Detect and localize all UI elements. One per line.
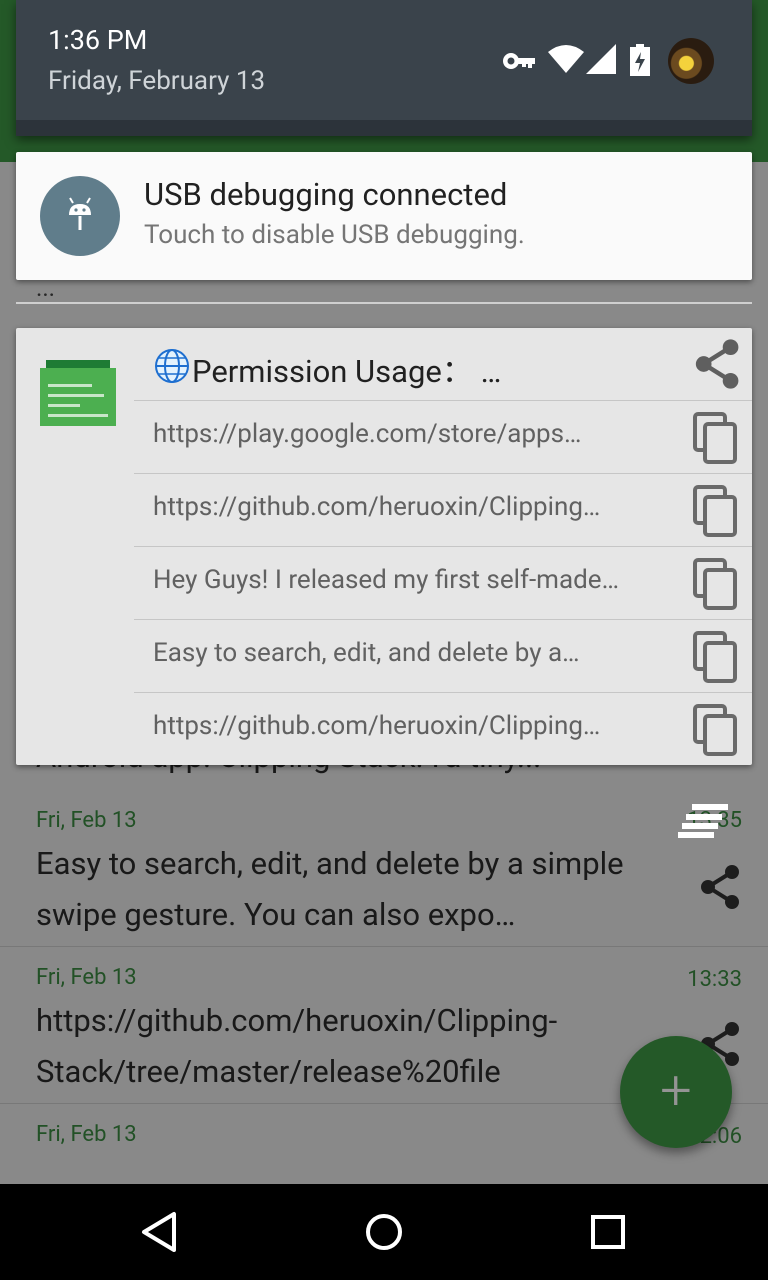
divider (16, 302, 752, 304)
recents-icon[interactable] (582, 1206, 634, 1258)
clip-item[interactable]: https://github.com/heruoxin/Clipping… (134, 473, 752, 546)
quick-settings-header[interactable]: 1:36 PM Friday, February 13 (16, 0, 752, 136)
clipping-stack-app-icon (40, 360, 116, 426)
clip-item[interactable]: Hey Guys! I released my first self-made… (134, 546, 752, 619)
copy-icon[interactable] (692, 411, 738, 465)
status-date: Friday, February 13 (48, 66, 266, 96)
copy-icon[interactable] (692, 630, 738, 684)
copy-icon[interactable] (692, 557, 738, 611)
clip-item-text: https://github.com/heruoxin/Clipping… (153, 492, 601, 522)
drag-handle-icon[interactable] (678, 804, 728, 838)
signal-icon (586, 44, 616, 74)
copy-icon[interactable] (692, 484, 738, 538)
battery-charging-icon (630, 44, 650, 76)
clip-item[interactable]: https://play.google.com/store/apps… (134, 400, 752, 473)
android-debug-icon (40, 176, 120, 256)
clip-item-text: Hey Guys! I released my first self-made… (153, 565, 619, 595)
globe-icon (155, 349, 189, 383)
clip-item-text: https://github.com/heruoxin/Clipping… (153, 711, 601, 741)
clip-item[interactable]: Easy to search, edit, and delete by a… (134, 619, 752, 692)
status-time: 1:36 PM (48, 24, 148, 56)
share-icon[interactable] (690, 336, 742, 392)
copy-icon[interactable] (692, 703, 738, 757)
usb-notification-title: USB debugging connected (144, 176, 508, 213)
clip-item-text: https://play.google.com/store/apps… (153, 419, 582, 449)
permission-usage-notification[interactable]: Permission Usage： … https://play.google.… (16, 328, 752, 765)
navigation-bar (0, 1184, 768, 1280)
home-icon[interactable] (358, 1206, 410, 1258)
usb-debugging-notification[interactable]: USB debugging connected Touch to disable… (16, 152, 752, 280)
clip-item-text: Easy to search, edit, and delete by a… (153, 638, 580, 668)
back-icon[interactable] (134, 1206, 186, 1258)
permission-notification-title: Permission Usage： … (192, 353, 502, 390)
wifi-icon (548, 45, 584, 73)
clip-item[interactable]: https://github.com/heruoxin/Clipping… (134, 692, 752, 765)
quick-settings-handle (16, 120, 752, 136)
usb-notification-text: Touch to disable USB debugging. (144, 220, 525, 250)
avatar[interactable] (668, 38, 714, 84)
key-icon (503, 53, 535, 69)
